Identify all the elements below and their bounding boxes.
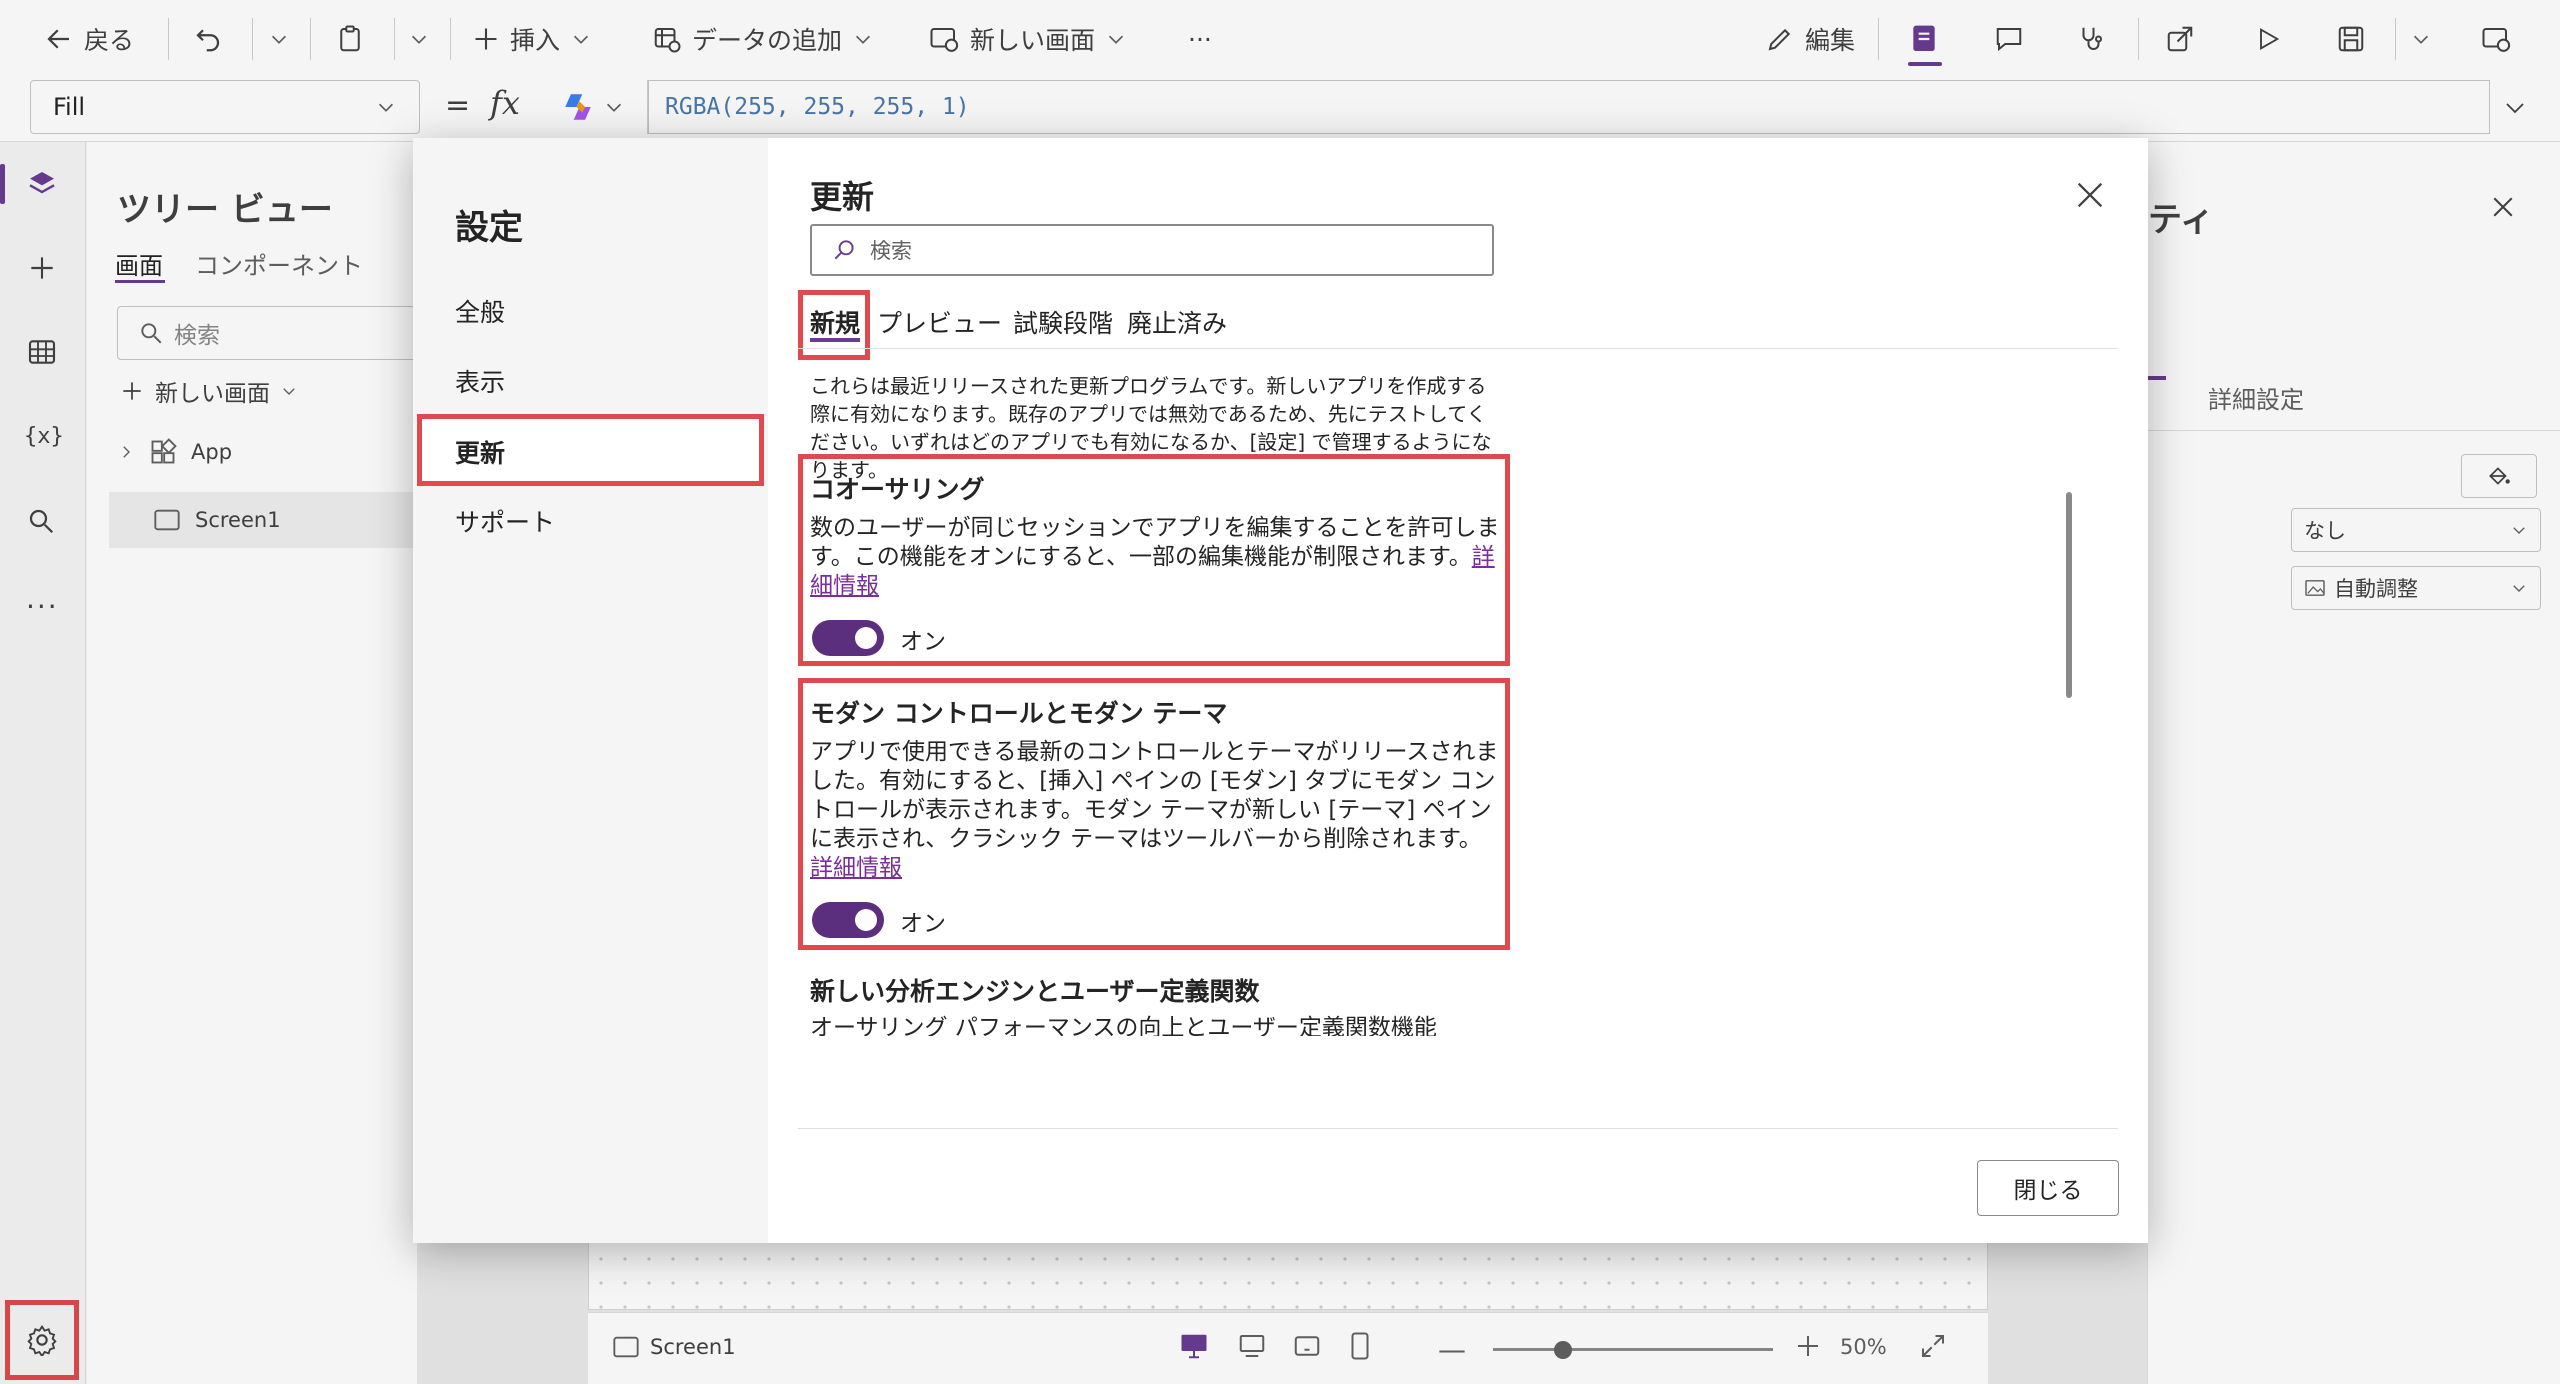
learn-more-link[interactable]: 詳細情報 xyxy=(810,855,902,881)
close-dialog-icon-button[interactable] xyxy=(2073,178,2107,212)
coauthoring-toggle[interactable] xyxy=(812,620,884,656)
nav-support[interactable]: サポート xyxy=(455,503,555,539)
close-button[interactable]: 閉じる xyxy=(1977,1160,2119,1216)
nav-display[interactable]: 表示 xyxy=(455,363,505,399)
feature-description: アプリで使用できる最新のコントロールとテーマがリリースされました。有効にすると、… xyxy=(810,739,1499,881)
nav-updates[interactable]: 更新 xyxy=(455,434,505,470)
feature-description: オーサリング パフォーマンスの向上とユーザー定義関数機能 xyxy=(810,1015,1437,1036)
updates-search-input[interactable]: 検索 xyxy=(810,224,1494,276)
scrollbar-thumb[interactable] xyxy=(2066,492,2072,698)
tab-new[interactable]: 新規 xyxy=(810,304,860,340)
feature-description: 数のユーザーが同じセッションでアプリを編集することを許可します。この機能をオンに… xyxy=(810,515,1500,599)
feature-title: コオーサリング xyxy=(810,475,985,504)
nav-general[interactable]: 全般 xyxy=(455,293,505,329)
feature-title: 新しい分析エンジンとユーザー定義関数 xyxy=(810,977,1260,1006)
settings-nav: 設定 全般 表示 更新 サポート xyxy=(413,138,768,1243)
settings-title: 設定 xyxy=(455,208,523,248)
toggle-label: オン xyxy=(900,911,946,937)
close-icon xyxy=(2077,182,2103,208)
settings-dialog: 設定 全般 表示 更新 サポート 更新 検索 新規 プレビュー 試験段階 廃止済… xyxy=(413,138,2148,1243)
tab-retired[interactable]: 廃止済み xyxy=(1127,304,1227,340)
tab-preview[interactable]: プレビュー xyxy=(877,304,1002,340)
feature-title: モダン コントロールとモダン テーマ xyxy=(810,699,1228,728)
tab-experimental[interactable]: 試験段階 xyxy=(1013,304,1113,340)
search-icon xyxy=(834,240,854,260)
dialog-title: 更新 xyxy=(810,178,875,216)
toggle-label: オン xyxy=(900,629,946,655)
modern-controls-toggle[interactable] xyxy=(812,902,884,938)
updates-content: これらは最近リリースされた更新プログラムです。新しいアプリを作成する際に有効にな… xyxy=(798,350,2088,1232)
updates-search-placeholder: 検索 xyxy=(870,239,912,263)
